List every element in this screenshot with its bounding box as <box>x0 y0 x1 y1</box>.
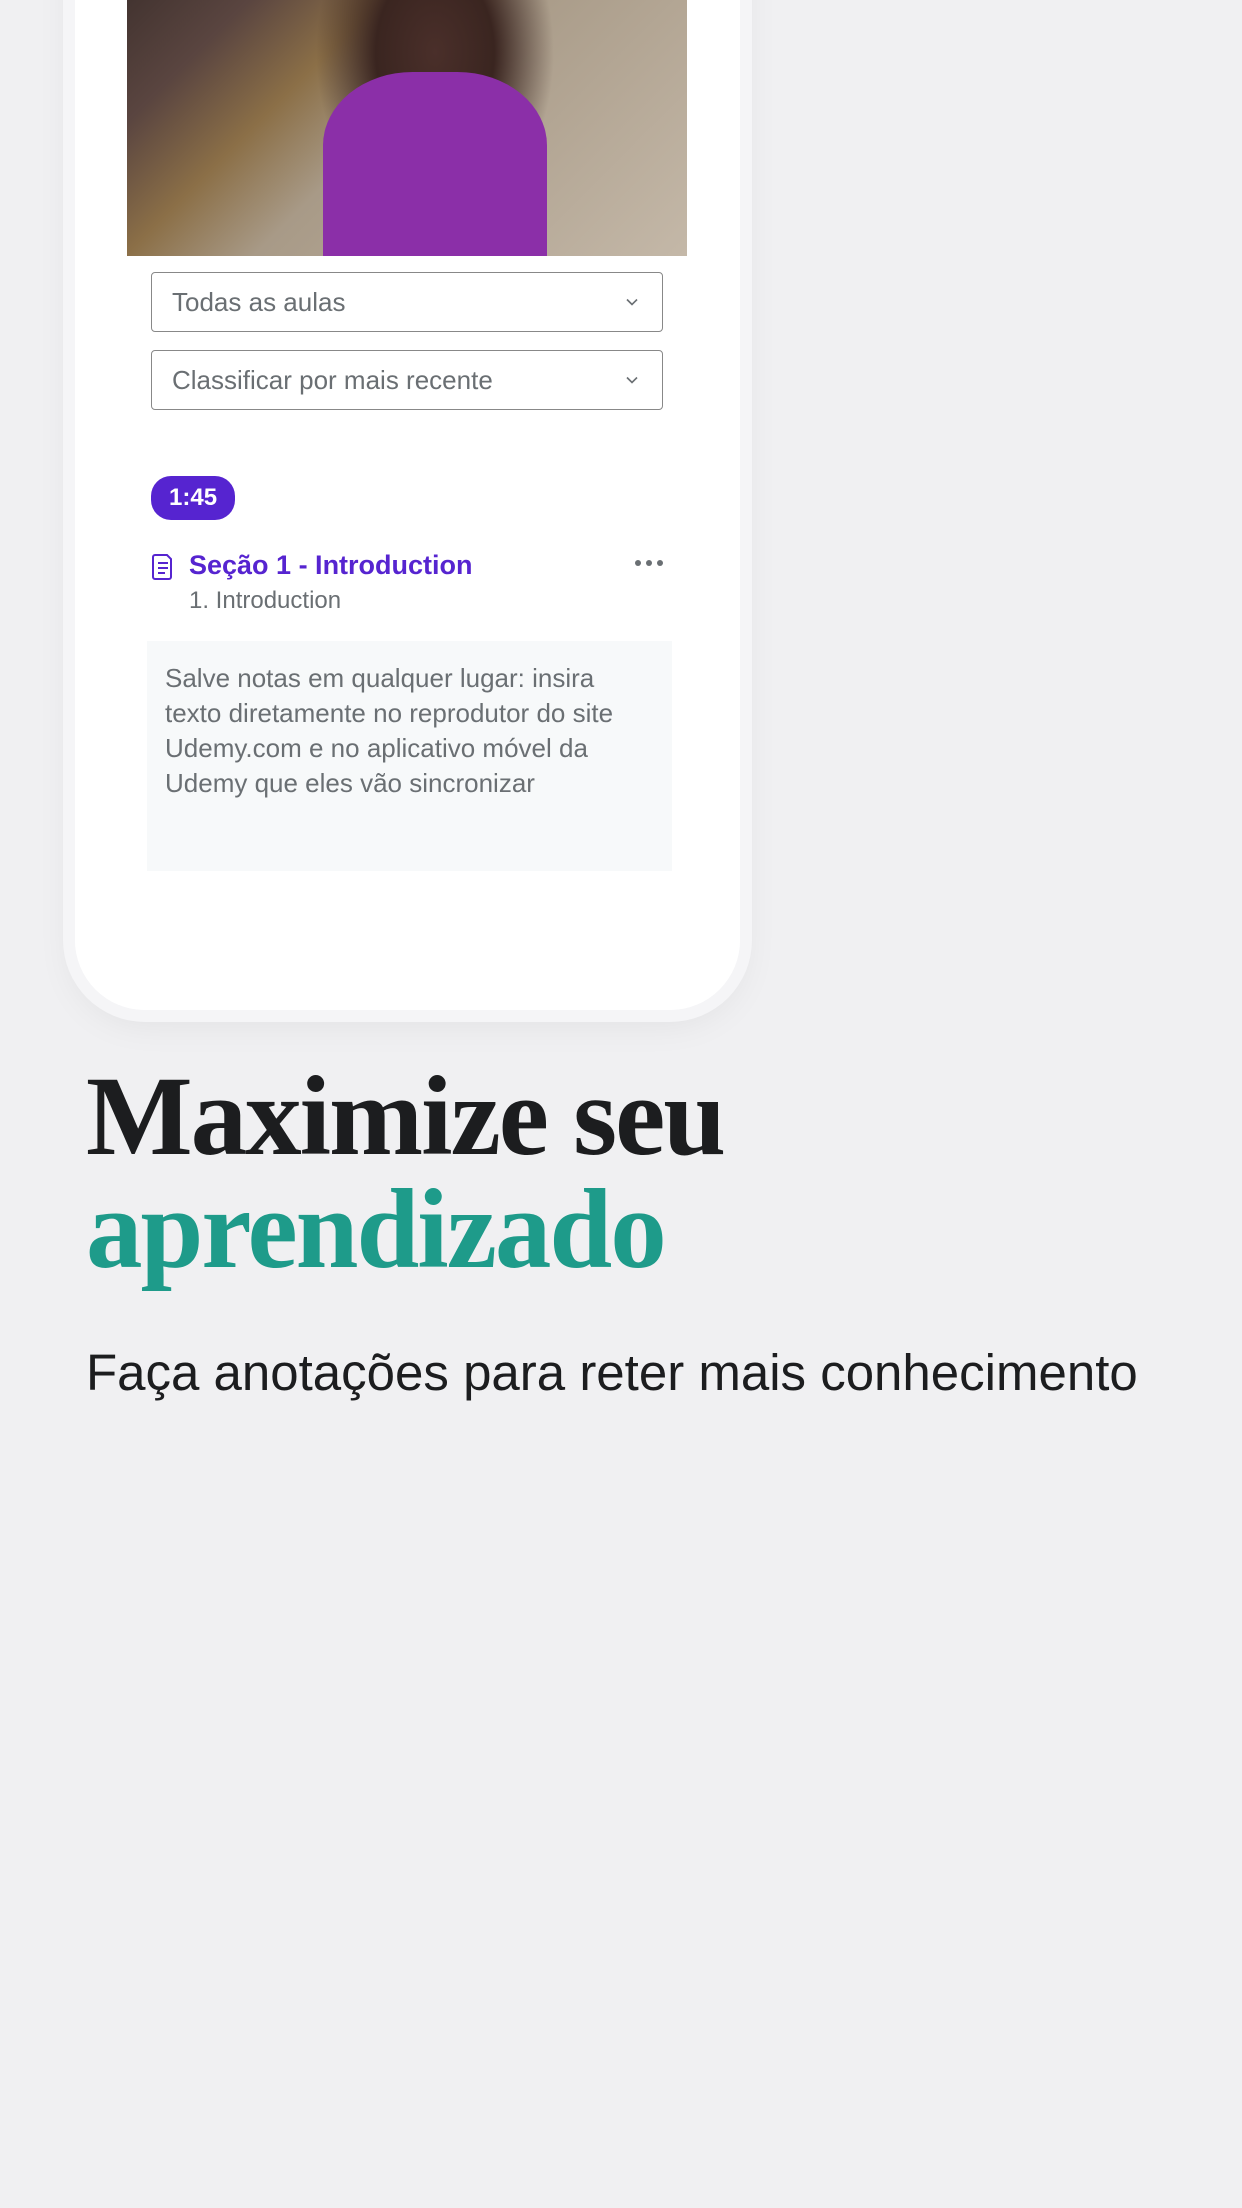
sort-dropdown[interactable]: Classificar por mais recente <box>151 350 663 410</box>
marketing-subhead: Faça anotações para reter mais conhecime… <box>86 1341 1156 1405</box>
note-header: Seção 1 - Introduction 1. Introduction <box>151 548 663 615</box>
filter-lessons-dropdown[interactable]: Todas as aulas <box>151 272 663 332</box>
headline-line-2: aprendizado <box>86 1167 665 1292</box>
sort-label: Classificar por mais recente <box>172 365 493 396</box>
note-section-title[interactable]: Seção 1 - Introduction <box>189 548 473 583</box>
timestamp-badge[interactable]: 1:45 <box>151 476 235 520</box>
note-item: 1:45 Seção 1 - Introduction 1. Introduct <box>75 428 740 871</box>
chevron-down-icon <box>622 292 642 312</box>
phone-mockup: Todas as aulas Classificar por mais rece… <box>75 0 740 1010</box>
video-thumbnail[interactable] <box>127 0 687 256</box>
dropdown-group: Todas as aulas Classificar por mais rece… <box>75 256 740 410</box>
phone-screen: Todas as aulas Classificar por mais rece… <box>75 0 740 1010</box>
note-header-left: Seção 1 - Introduction 1. Introduction <box>151 548 473 615</box>
marketing-copy: Maximize seu aprendizado Faça anotações … <box>86 1060 1156 1405</box>
document-icon <box>151 553 175 581</box>
note-body-text[interactable]: Salve notas em qualquer lugar: insira te… <box>147 641 672 871</box>
filter-lessons-label: Todas as aulas <box>172 287 345 318</box>
more-options-icon[interactable] <box>635 560 663 566</box>
marketing-headline: Maximize seu aprendizado <box>86 1060 1156 1286</box>
chevron-down-icon <box>622 370 642 390</box>
note-lecture-title: 1. Introduction <box>189 587 473 615</box>
note-title-group: Seção 1 - Introduction 1. Introduction <box>189 548 473 615</box>
headline-line-1: Maximize seu <box>86 1054 724 1179</box>
